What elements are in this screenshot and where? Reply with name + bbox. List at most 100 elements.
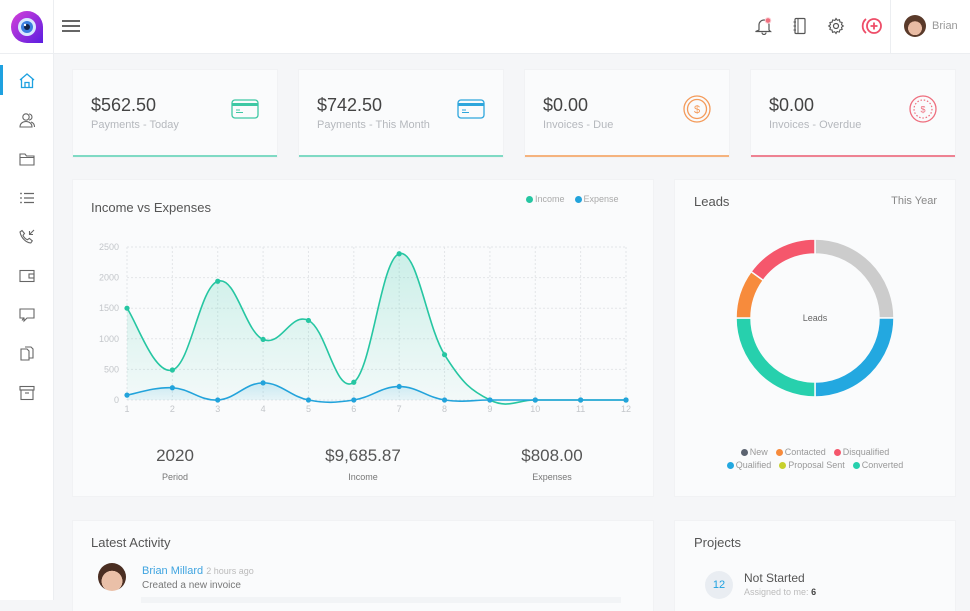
top-bar: Brian [0,0,970,54]
chart-legend: Income Expense [526,194,619,204]
menu-toggle-button[interactable] [62,17,80,37]
data-point-expense [305,397,312,403]
project-status-item[interactable]: Not Started Assigned to me: 6 [744,571,816,597]
data-point-expense [215,397,221,403]
users-icon [18,112,35,128]
data-point-expense [351,397,357,403]
project-assigned: Assigned to me: 6 [744,587,817,597]
x-tick-label: 5 [306,404,311,414]
card-title: Leads [694,194,730,209]
sidebar-item-payments[interactable] [0,256,53,295]
donut-slice-contacted[interactable] [735,270,765,319]
chat-icon [18,307,35,322]
donut-slice-qualified[interactable] [814,317,895,398]
donut-slice-converted[interactable] [735,317,816,398]
bell-icon [755,17,772,35]
legend-item-contacted[interactable]: Contacted [775,446,826,459]
data-point-income [215,278,221,284]
divider [890,0,891,54]
stat-accent-bar [525,155,729,157]
files-icon [19,345,34,361]
legend-item-new[interactable]: New [740,446,768,459]
data-point-income [305,317,312,324]
stat-label: Invoices - Overdue [769,119,862,131]
leads-donut-chart: Leads [735,238,895,398]
legend-item-qualified[interactable]: Qualified [726,459,772,472]
coin-icon: $ [683,95,711,123]
legend-income[interactable]: Income [526,194,565,204]
sidebar-item-messages[interactable] [0,295,53,334]
stat-card-payments-today[interactable]: $562.50 Payments - Today [73,70,277,157]
legend-swatch [833,449,841,456]
sidebar-item-documents[interactable] [0,334,53,373]
y-tick-label: 1500 [99,303,119,313]
legend-item-converted[interactable]: Converted [852,459,903,472]
x-tick-label: 9 [487,404,492,414]
coin-dashed-icon: $ [909,95,937,123]
activity-avatar [98,563,126,591]
stat-card-invoices-due[interactable]: $0.00 Invoices - Due $ [525,70,729,157]
legend-expense[interactable]: Expense [574,194,619,204]
wallet-icon [18,269,35,282]
summary-income: $9,685.87 Income [293,446,433,482]
notes-button[interactable] [788,14,812,38]
credit-card-icon [231,99,259,119]
legend-item-disqualified[interactable]: Disqualified [833,446,889,459]
data-point-expense [260,380,266,386]
settings-button[interactable] [824,14,848,38]
legend-swatch [740,449,748,456]
summary-label: Income [348,472,378,482]
x-tick-label: 11 [576,404,585,414]
stat-amount: $0.00 [769,95,815,115]
x-tick-label: 2 [170,404,175,414]
stat-label: Payments - This Month [317,119,430,131]
card-title: Income vs Expenses [91,200,211,215]
user-avatar [904,15,926,37]
legend-item-proposal-sent[interactable]: Proposal Sent [779,459,845,472]
data-point-expense [578,397,584,403]
leads-range-selector[interactable]: This Year [891,195,937,207]
income-expenses-card: Income vs Expenses Income Expense 0 500 10… [73,180,653,496]
data-point-expense [396,383,402,390]
sidebar-item-dashboard[interactable] [0,61,53,100]
summary-label: Period [161,472,188,482]
data-point-income [260,336,266,343]
data-point-income [351,379,357,385]
data-point-expense [487,397,493,403]
data-point-income [441,352,448,358]
sidebar-item-contacts[interactable] [0,100,53,139]
quick-add-button[interactable] [860,14,884,38]
donut-slice-unassigned[interactable] [814,238,895,319]
folder-icon [18,152,35,166]
activity-text: Created a new invoice [142,580,241,591]
legend-swatch [726,462,734,469]
activity-user-link[interactable]: Brian Millard [142,565,203,577]
summary-value: 2020 [156,446,194,465]
stat-card-payments-month[interactable]: $742.50 Payments - This Month [299,70,503,157]
app-logo-icon [10,11,43,43]
activity-time: 2 hours ago [206,566,254,576]
x-tick-label: 1 [124,404,129,414]
stat-amount: $742.50 [317,95,383,115]
summary-value: $808.00 [521,446,583,465]
stat-card-invoices-overdue[interactable]: $0.00 Invoices - Overdue $ [751,70,955,157]
sidebar-item-calls[interactable] [0,217,53,256]
y-tick-label: 500 [104,364,119,374]
x-tick-label: 3 [215,404,220,414]
summary-period: 2020 Period [105,446,245,482]
x-tick-label: 4 [261,404,266,414]
legend-label: Qualified [735,460,772,470]
y-tick-label: 1000 [99,334,119,344]
stat-label: Payments - Today [91,119,179,131]
x-tick-label: 10 [530,404,540,414]
logo[interactable] [0,0,54,54]
sidebar-item-projects[interactable] [0,139,53,178]
credit-card-icon [457,99,485,119]
sidebar-item-archive[interactable] [0,373,53,412]
donut-center-label: Leads [803,313,828,323]
notifications-button[interactable] [752,14,776,38]
user-menu[interactable]: Brian [904,15,958,37]
data-point-income [396,251,402,257]
sidebar-item-tasks[interactable] [0,178,53,217]
donut-slice-disqualified[interactable] [750,238,816,282]
